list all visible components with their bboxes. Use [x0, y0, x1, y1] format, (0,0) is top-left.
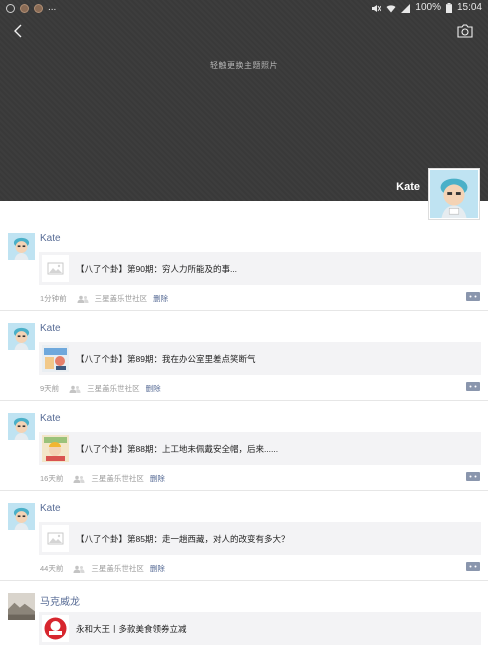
notification-icon: [20, 3, 29, 13]
camera-button[interactable]: [456, 22, 474, 40]
post-author[interactable]: Kate: [40, 413, 61, 424]
cartoon-avatar-icon[interactable]: [8, 323, 35, 350]
people-icon: [69, 385, 81, 393]
moments-feed: Kate 【八了个卦】第90期：穷人力所能及的事... 1分钟前 三星盖乐世社区…: [0, 221, 488, 670]
post-source[interactable]: 三星盖乐世社区: [95, 293, 148, 304]
signal-icon: [401, 3, 411, 13]
shared-link-title: 【八了个卦】第89期：我在办公室里差点笑断气: [76, 353, 256, 364]
shared-link-title: 永和大王丨多款美食领券立减: [76, 623, 187, 634]
status-bar: ... 100% 15:04: [0, 0, 488, 16]
delete-button[interactable]: 删除: [146, 383, 161, 394]
battery-icon: [445, 3, 452, 13]
post-meta: 9天前 三星盖乐世社区 删除: [40, 383, 161, 394]
feed-post: Kate 【八了个卦】第89期：我在办公室里差点笑断气 9天前 三星盖乐世社区 …: [0, 311, 488, 401]
chevron-left-icon: [14, 24, 22, 38]
comment-icon[interactable]: [466, 382, 480, 391]
notification-icon: [6, 3, 15, 13]
delete-button[interactable]: 删除: [150, 563, 165, 574]
landscape-avatar-icon[interactable]: [8, 593, 35, 620]
profile-name: Kate: [396, 181, 420, 193]
mute-icon: [372, 4, 382, 12]
clock: 15:04: [456, 2, 482, 13]
shared-link-title: 【八了个卦】第88期：上工地未佩戴安全帽，后来......: [76, 443, 279, 454]
cartoon-avatar-icon[interactable]: [8, 413, 35, 440]
brand-logo-icon: [42, 615, 69, 642]
cartoon-avatar-icon[interactable]: [8, 503, 35, 530]
shared-link-card[interactable]: 永和大王丨多款美食领券立减: [39, 612, 481, 645]
feed-post: Kate 【八了个卦】第90期：穷人力所能及的事... 1分钟前 三星盖乐世社区…: [0, 221, 488, 311]
notification-icon: [34, 3, 43, 13]
wifi-icon: [386, 4, 396, 12]
comment-icon[interactable]: [466, 472, 480, 481]
feed-post: 马克威龙 永和大王丨多款美食领券立减: [0, 581, 488, 670]
post-time: 1分钟前: [40, 294, 67, 303]
cover-change-hint[interactable]: 轻触更换主题照片: [0, 60, 488, 71]
battery-percent: 100%: [415, 2, 441, 13]
post-time: 44天前: [40, 564, 64, 573]
post-time: 16天前: [40, 474, 64, 483]
people-icon: [73, 475, 85, 483]
profile-avatar[interactable]: [428, 168, 480, 220]
shared-link-title: 【八了个卦】第85期：走一趟西藏，对人的改变有多大？: [76, 533, 290, 544]
cartoon-avatar-icon[interactable]: [8, 233, 35, 260]
delete-button[interactable]: 删除: [153, 293, 168, 304]
cover-photo[interactable]: ... 100% 15:04 轻触更换主题照片 Kate: [0, 0, 488, 201]
office-cartoon-thumbnail: [42, 345, 69, 372]
post-author[interactable]: Kate: [40, 503, 61, 514]
post-source[interactable]: 三星盖乐世社区: [91, 473, 144, 484]
post-meta: 1分钟前 三星盖乐世社区 删除: [40, 293, 168, 304]
comment-icon[interactable]: [466, 292, 480, 301]
post-source[interactable]: 三星盖乐世社区: [91, 563, 144, 574]
shared-link-card[interactable]: 【八了个卦】第85期：走一趟西藏，对人的改变有多大？: [39, 522, 481, 555]
delete-button[interactable]: 删除: [150, 473, 165, 484]
camera-icon: [457, 24, 473, 38]
more-notifications: ...: [48, 2, 57, 13]
post-author[interactable]: 马克威龙: [40, 593, 80, 608]
post-meta: 44天前 三星盖乐世社区 删除: [40, 563, 165, 574]
shared-link-card[interactable]: 【八了个卦】第90期：穷人力所能及的事...: [39, 252, 481, 285]
cartoon-avatar-icon: [430, 170, 478, 218]
post-author[interactable]: Kate: [40, 233, 61, 244]
back-button[interactable]: [10, 22, 28, 40]
image-placeholder-icon: [42, 255, 69, 282]
shared-link-card[interactable]: 【八了个卦】第88期：上工地未佩戴安全帽，后来......: [39, 432, 481, 465]
people-icon: [73, 565, 85, 573]
shared-link-card[interactable]: 【八了个卦】第89期：我在办公室里差点笑断气: [39, 342, 481, 375]
comment-icon[interactable]: [466, 562, 480, 571]
post-meta: 16天前 三星盖乐世社区 删除: [40, 473, 165, 484]
people-icon: [77, 295, 89, 303]
shared-link-title: 【八了个卦】第90期：穷人力所能及的事...: [76, 263, 238, 274]
post-source[interactable]: 三星盖乐世社区: [87, 383, 140, 394]
feed-post: Kate 【八了个卦】第88期：上工地未佩戴安全帽，后来...... 16天前 …: [0, 401, 488, 491]
image-placeholder-icon: [42, 525, 69, 552]
worksite-cartoon-thumbnail: [42, 435, 69, 462]
post-author[interactable]: Kate: [40, 323, 61, 334]
feed-post: Kate 【八了个卦】第85期：走一趟西藏，对人的改变有多大？ 44天前 三星盖…: [0, 491, 488, 581]
post-time: 9天前: [40, 384, 60, 393]
